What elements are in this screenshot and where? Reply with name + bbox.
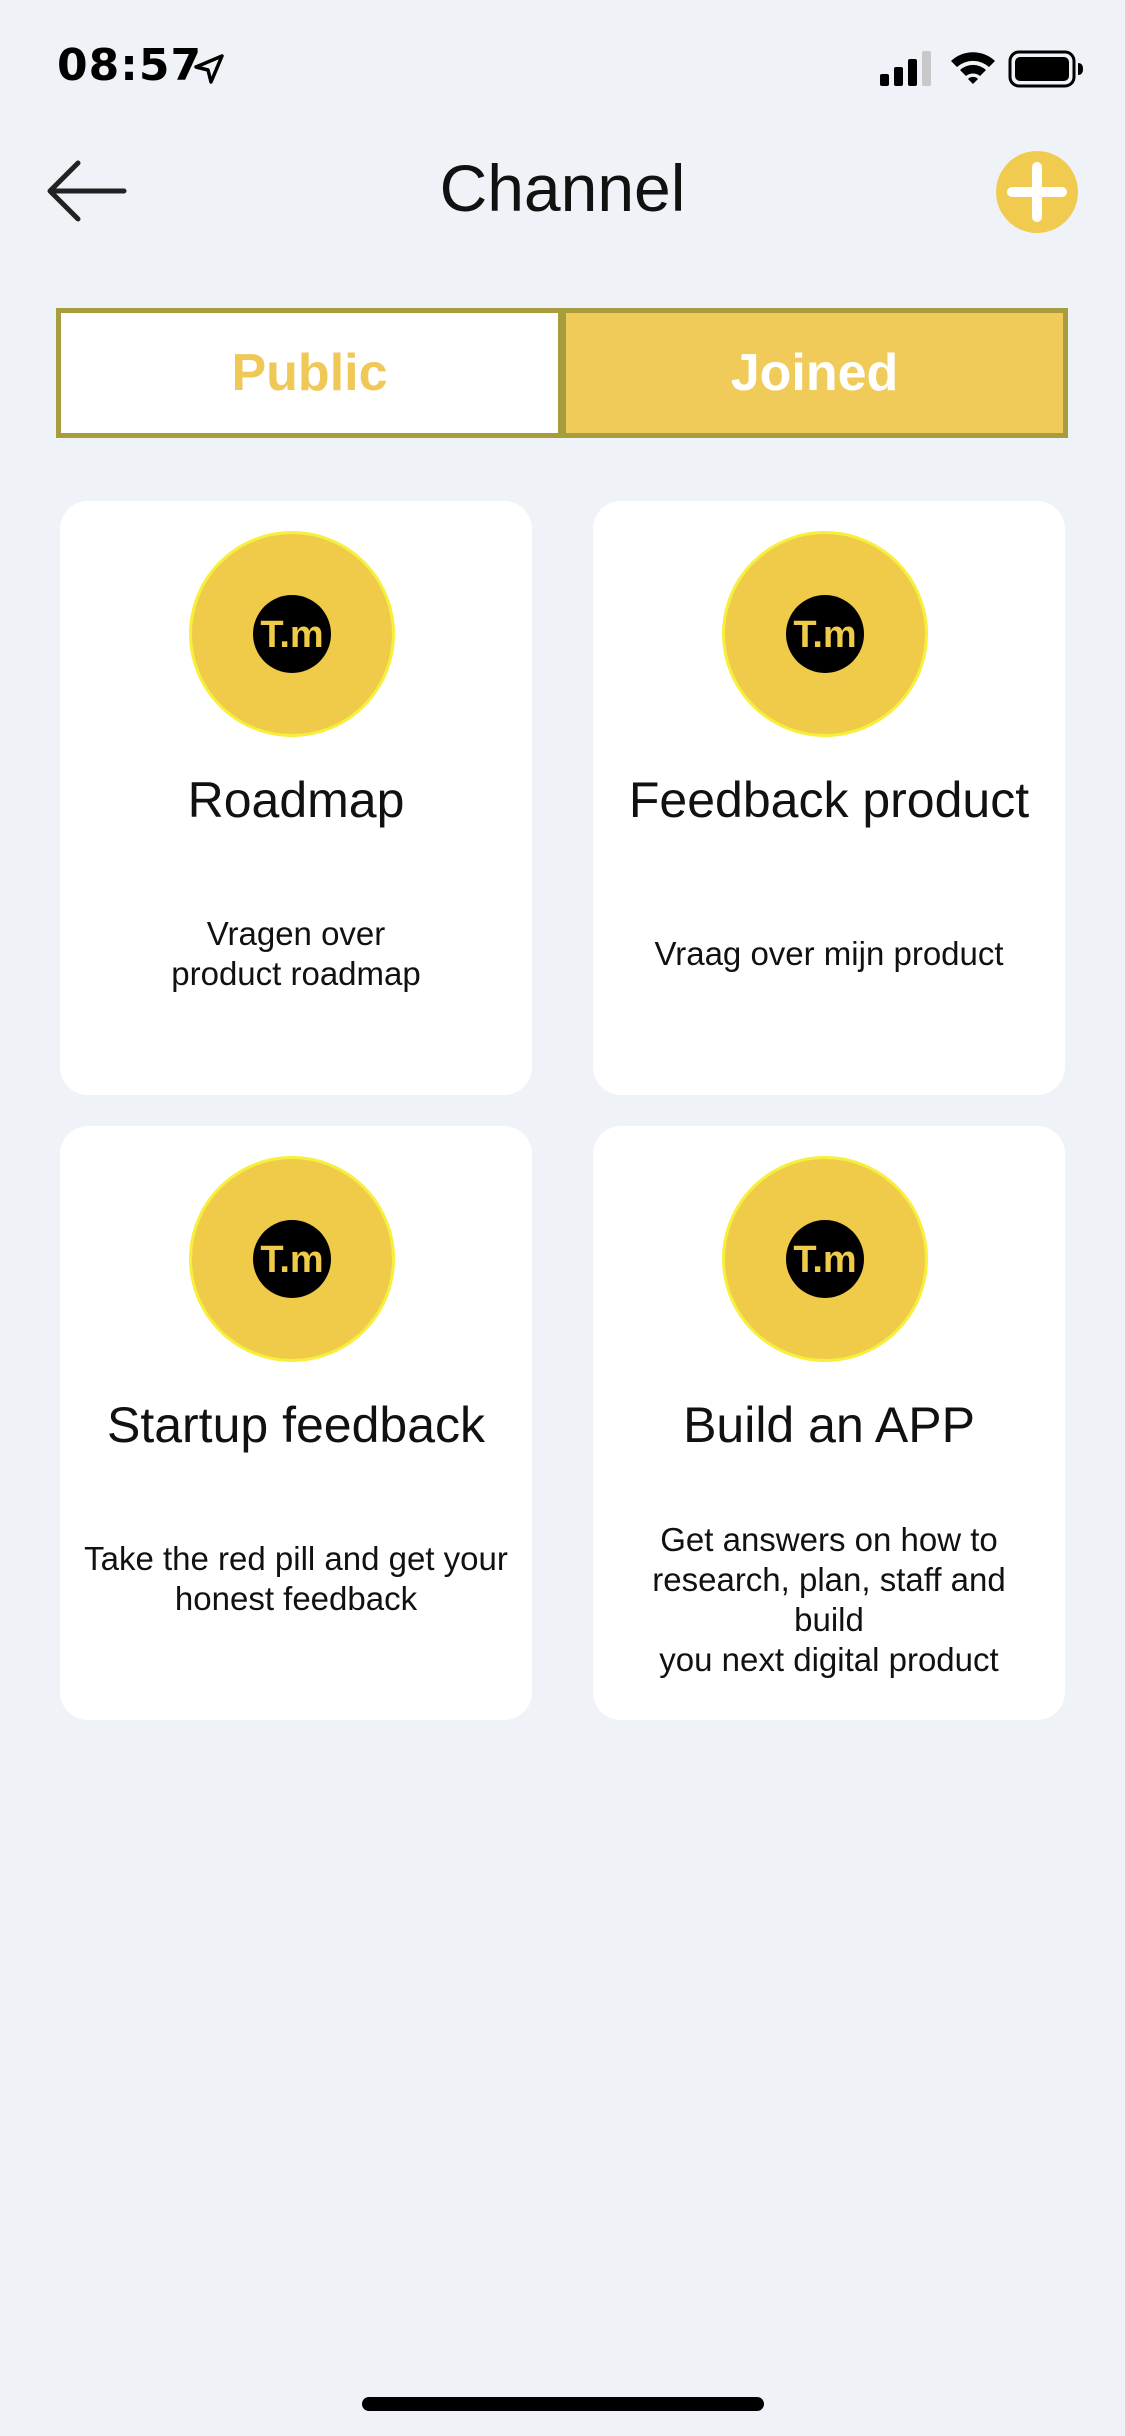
channel-avatar: T.m xyxy=(189,531,395,737)
battery-icon xyxy=(1008,50,1083,88)
tab-joined[interactable]: Joined xyxy=(566,313,1063,433)
channel-title: Roadmap xyxy=(187,772,405,828)
channel-title: Build an APP xyxy=(683,1397,975,1453)
channel-card-roadmap[interactable]: T.m Roadmap Vragen over product roadmap xyxy=(60,501,532,1095)
description-line: research, plan, staff and build xyxy=(652,1561,1006,1638)
wifi-icon xyxy=(951,52,995,84)
description-line: honest feedback xyxy=(174,1580,418,1617)
channel-title: Startup feedback xyxy=(106,1397,486,1453)
tm-logo-icon: T.m xyxy=(253,595,331,673)
plus-icon xyxy=(1007,162,1067,222)
channel-description: Vraag over mijn product xyxy=(613,934,1045,974)
svg-text:T.m: T.m xyxy=(793,1239,856,1281)
channel-title: Feedback product xyxy=(628,772,1030,828)
description-line: Vragen over xyxy=(206,915,386,952)
tab-public[interactable]: Public xyxy=(61,313,558,433)
channel-avatar: T.m xyxy=(722,1156,928,1362)
description-line: Vraag over mijn product xyxy=(654,935,1004,972)
channel-description: Take the red pill and get your honest fe… xyxy=(80,1539,512,1619)
tm-logo-icon: T.m xyxy=(253,1220,331,1298)
page-title: Channel xyxy=(439,151,686,225)
description-line: product roadmap xyxy=(171,955,421,992)
description-line: you next digital product xyxy=(659,1641,999,1678)
tm-logo-icon: T.m xyxy=(786,595,864,673)
channel-tabs: Public Joined xyxy=(56,308,1068,438)
cellular-signal-icon xyxy=(880,51,931,86)
description-line: Take the red pill and get your xyxy=(84,1540,508,1577)
channel-card-startup-feedback[interactable]: T.m Startup feedback Take the red pill a… xyxy=(60,1126,532,1720)
channel-description: Vragen over product roadmap xyxy=(80,914,512,994)
description-line: Get answers on how to xyxy=(660,1521,998,1558)
status-bar: 08:57 xyxy=(0,0,1125,140)
svg-text:T.m: T.m xyxy=(260,614,323,656)
channel-avatar: T.m xyxy=(722,531,928,737)
svg-text:T.m: T.m xyxy=(793,614,856,656)
channel-card-build-an-app[interactable]: T.m Build an APP Get answers on how to r… xyxy=(593,1126,1065,1720)
channel-card-feedback-product[interactable]: T.m Feedback product Vraag over mijn pro… xyxy=(593,501,1065,1095)
tm-logo-icon: T.m xyxy=(786,1220,864,1298)
add-channel-button[interactable] xyxy=(996,151,1078,233)
channel-avatar: T.m xyxy=(189,1156,395,1362)
home-indicator[interactable] xyxy=(362,2397,764,2411)
location-arrow-icon xyxy=(194,54,224,84)
channel-description: Get answers on how to research, plan, st… xyxy=(613,1520,1045,1680)
svg-text:T.m: T.m xyxy=(260,1239,323,1281)
status-time: 08:57 xyxy=(57,40,203,91)
